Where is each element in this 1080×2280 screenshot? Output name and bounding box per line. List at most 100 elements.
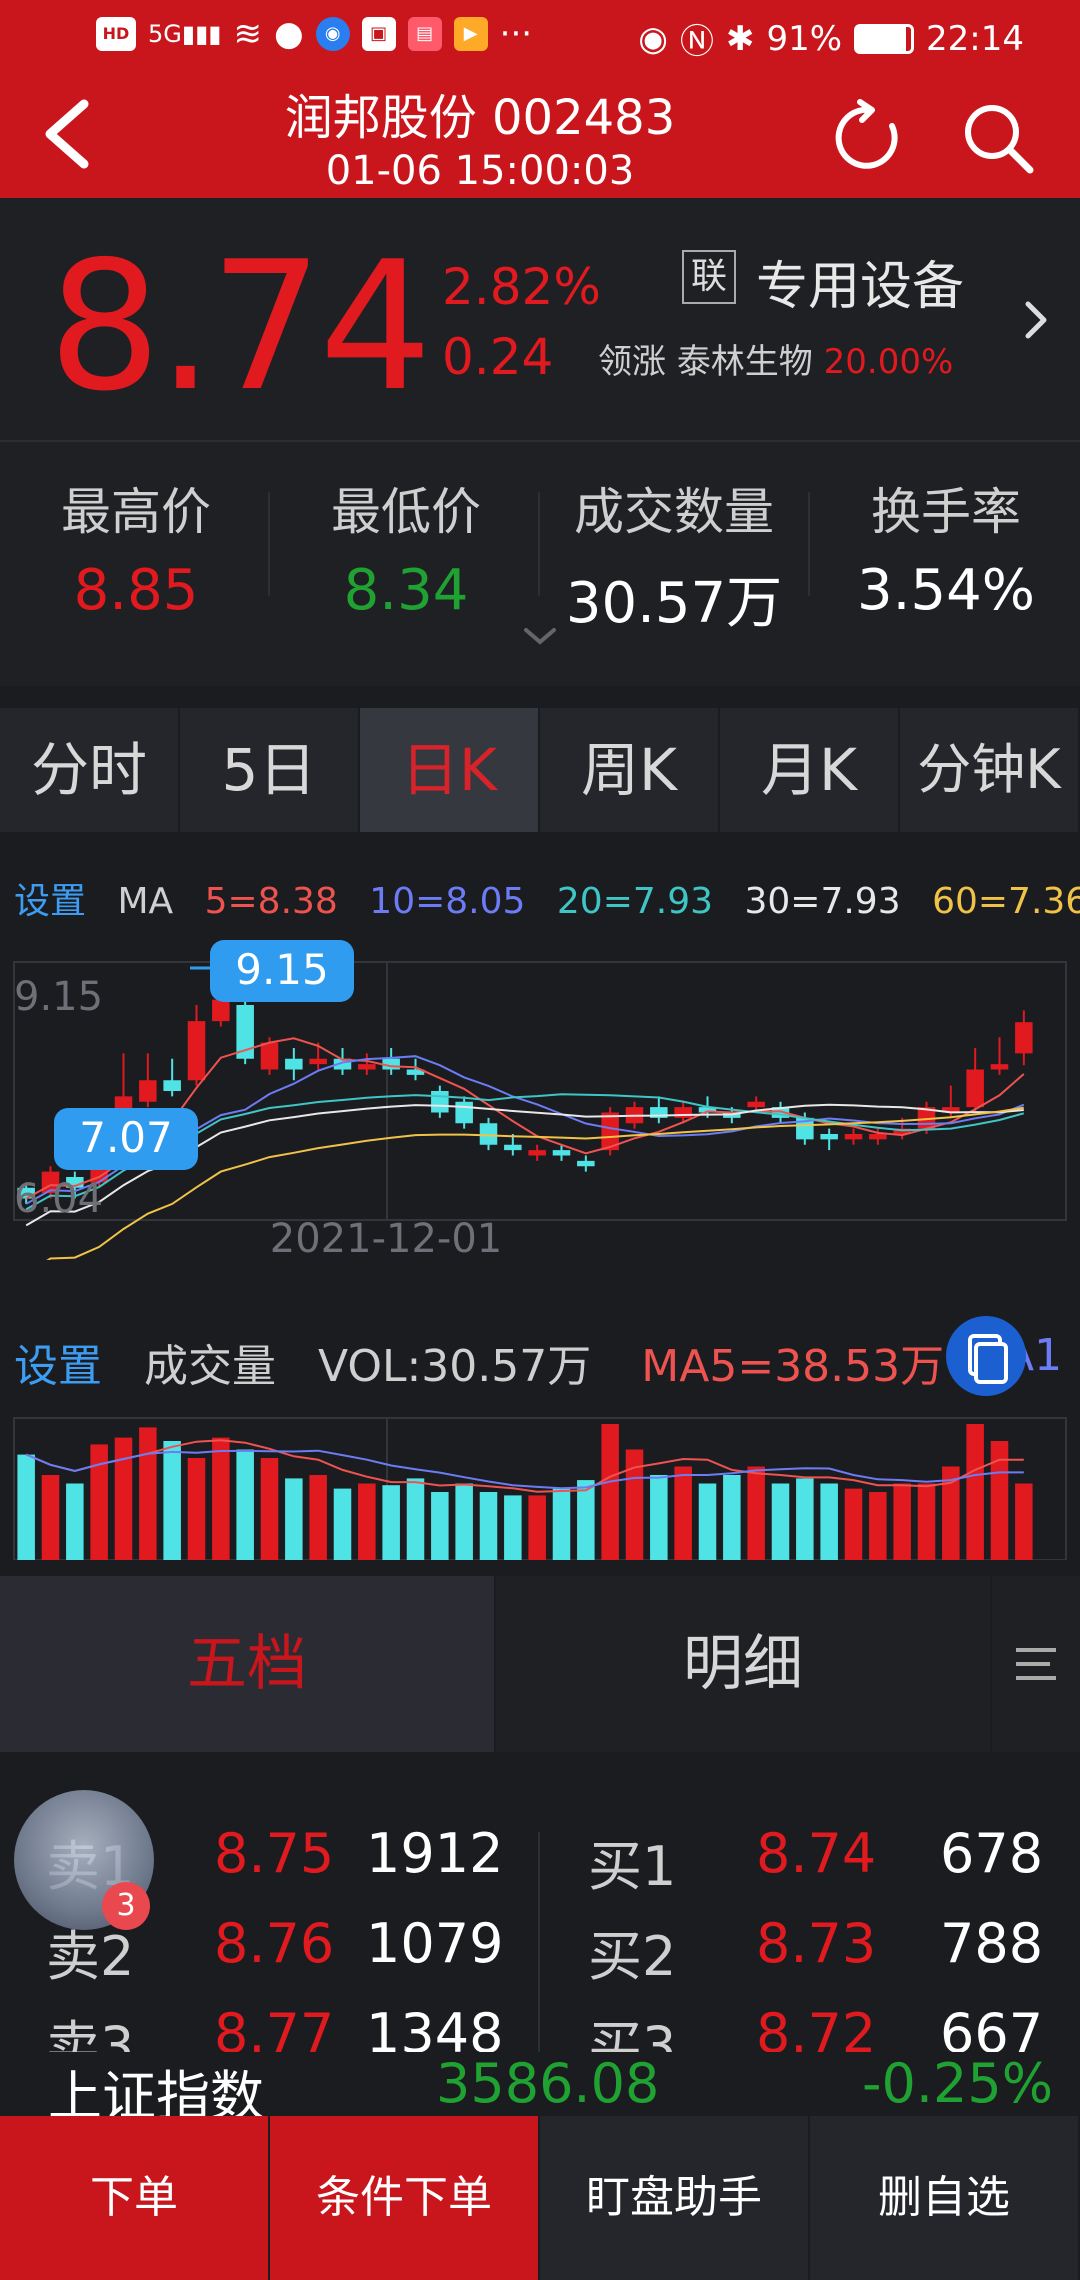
volume-bar	[844, 1488, 863, 1560]
buy-qty: 678	[940, 1822, 1044, 1885]
volume-bar	[771, 1483, 790, 1560]
chevron-right-icon[interactable]	[1016, 290, 1056, 350]
volume-bar	[479, 1492, 498, 1560]
sell-price: 8.76	[214, 1912, 335, 1975]
stat-label: 最高价	[61, 483, 211, 541]
candle-body	[820, 1134, 838, 1140]
volume-chart[interactable]	[0, 1410, 1080, 1560]
place-order-button[interactable]: 下单	[0, 2116, 270, 2280]
stat-label: 换手率	[871, 483, 1021, 541]
volume-bar	[966, 1424, 984, 1560]
index-value: 3586.08	[436, 2052, 660, 2115]
monitor-assistant-button[interactable]: 盯盘助手	[540, 2116, 810, 2280]
sell-price: 8.77	[214, 2002, 335, 2052]
volume-bar	[90, 1444, 108, 1560]
refresh-icon[interactable]	[830, 98, 910, 178]
browser-icon: ◉	[315, 17, 350, 51]
stat-turnover: 换手率 3.54%	[826, 472, 1066, 623]
candle-body	[528, 1150, 546, 1156]
list-settings-icon	[1016, 1648, 1056, 1680]
ma-legend: 设置 MA 5=8.38 10=8.05 20=7.93 30=7.93 60=…	[14, 872, 1080, 922]
nfc-icon: Ⓝ	[679, 22, 714, 62]
tab-monthly-k[interactable]: 月K	[720, 708, 900, 832]
change-percent: 2.82%	[442, 258, 601, 316]
volume-bar	[747, 1466, 765, 1560]
volume-bar	[820, 1483, 838, 1560]
stat-volume: 成交数量 30.57万	[554, 472, 794, 639]
volume-bar	[163, 1441, 181, 1560]
candle-body	[990, 1064, 1009, 1070]
tab-detail[interactable]: 明细	[496, 1576, 990, 1752]
remove-watchlist-button[interactable]: 删自选	[810, 2116, 1080, 2280]
volume-bar	[17, 1454, 35, 1560]
volume-bar	[650, 1475, 668, 1560]
volume-bar	[552, 1488, 571, 1560]
peak-label: 9.15	[235, 945, 329, 994]
ma-label: MA	[117, 881, 174, 922]
ma-settings-link[interactable]: 设置	[14, 881, 86, 922]
sector-tag[interactable]: 联	[682, 250, 736, 304]
orderbook-row-2: 卖2 8.76 1079 买2 8.73 788	[0, 1912, 1080, 2002]
search-icon[interactable]	[958, 98, 1038, 178]
date-label: 2021-12-01	[270, 1216, 502, 1260]
tab-daily-k[interactable]: 日K	[360, 708, 540, 832]
candle-body	[552, 1150, 571, 1156]
candle-body	[577, 1160, 595, 1167]
sector-name[interactable]: 专用设备	[756, 244, 964, 319]
orderbook: 卖1 8.75 1912 买1 8.74 678 卖2 8.76 1079 买2…	[0, 1752, 1080, 2052]
quote-datetime: 01-06 15:00:03	[325, 148, 635, 194]
tab-5day[interactable]: 5日	[180, 708, 360, 832]
candle-body	[285, 1058, 303, 1070]
candle-body	[212, 999, 230, 1022]
ma5-value: 5=8.38	[204, 881, 338, 922]
trough-label: 7.07	[79, 1113, 173, 1162]
wifi-icon: ≋	[233, 14, 263, 54]
volume-bar	[358, 1483, 376, 1560]
tab-weekly-k[interactable]: 周K	[540, 708, 720, 832]
price-quote: 8.74 2.82% 0.24 联 专用设备 领涨 泰林生物 20.00%	[0, 198, 1080, 442]
volume-bar	[674, 1466, 692, 1560]
index-ticker[interactable]: 上证指数 3586.08 -0.25%	[0, 2052, 1080, 2128]
period-tabs: 分时 5日 日K 周K 月K 分钟K	[0, 708, 1080, 832]
orderbook-row-3: 卖3 8.77 1348 买3 8.72 667	[0, 2002, 1080, 2052]
volume-bar	[139, 1427, 157, 1560]
volume-bar	[869, 1492, 887, 1560]
candle-body	[479, 1123, 498, 1145]
volume-bar	[212, 1437, 230, 1560]
eye-icon: ◉	[638, 18, 668, 59]
sell-qty: 1079	[366, 1912, 504, 1975]
divider	[268, 492, 270, 596]
ma30-value: 30=7.93	[744, 881, 901, 922]
tab-timeshare[interactable]: 分时	[0, 708, 180, 832]
volume-bar	[382, 1485, 400, 1560]
candle-body	[869, 1134, 887, 1140]
buy-price: 8.73	[756, 1912, 877, 1975]
candlestick-chart[interactable]: 9.15 6.04 9.15 7.07 2021-12-01	[0, 940, 1080, 1260]
divider	[538, 492, 540, 596]
tab-minute-k[interactable]: 分钟K	[900, 708, 1080, 832]
vol-value: VOL:30.57万	[318, 1341, 592, 1392]
orderbook-menu[interactable]	[992, 1576, 1080, 1752]
sector-leader[interactable]: 领涨 泰林生物 20.00%	[598, 334, 953, 383]
candle-body	[139, 1080, 157, 1102]
tab-five-levels[interactable]: 五档	[0, 1576, 494, 1752]
ma60-value: 60=7.36	[932, 881, 1080, 922]
vol-settings-link[interactable]: 设置	[14, 1341, 102, 1392]
status-left: HD 5G▮▮▮ ≋ ● ◉ ▣ ▤ ▶ ···	[96, 14, 532, 54]
candle-body	[187, 1021, 206, 1081]
float-tool-button[interactable]	[946, 1316, 1026, 1396]
stat-value: 8.85	[73, 558, 199, 623]
stat-value: 30.57万	[565, 571, 783, 636]
candle-body	[358, 1064, 376, 1070]
volume-bar	[1015, 1483, 1033, 1560]
status-bar: HD 5G▮▮▮ ≋ ● ◉ ▣ ▤ ▶ ··· ◉ Ⓝ ✱ 91% 22:14	[0, 0, 1080, 70]
candle-body	[431, 1091, 449, 1113]
chevron-down-icon[interactable]	[518, 622, 562, 652]
conditional-order-button[interactable]: 条件下单	[270, 2116, 540, 2280]
back-arrow-icon[interactable]	[36, 92, 100, 176]
volume-bar	[309, 1475, 327, 1560]
buy-price: 8.74	[756, 1822, 877, 1885]
lead-label: 领涨	[598, 342, 666, 382]
volume-bar	[528, 1495, 546, 1560]
volume-bar	[333, 1488, 352, 1560]
